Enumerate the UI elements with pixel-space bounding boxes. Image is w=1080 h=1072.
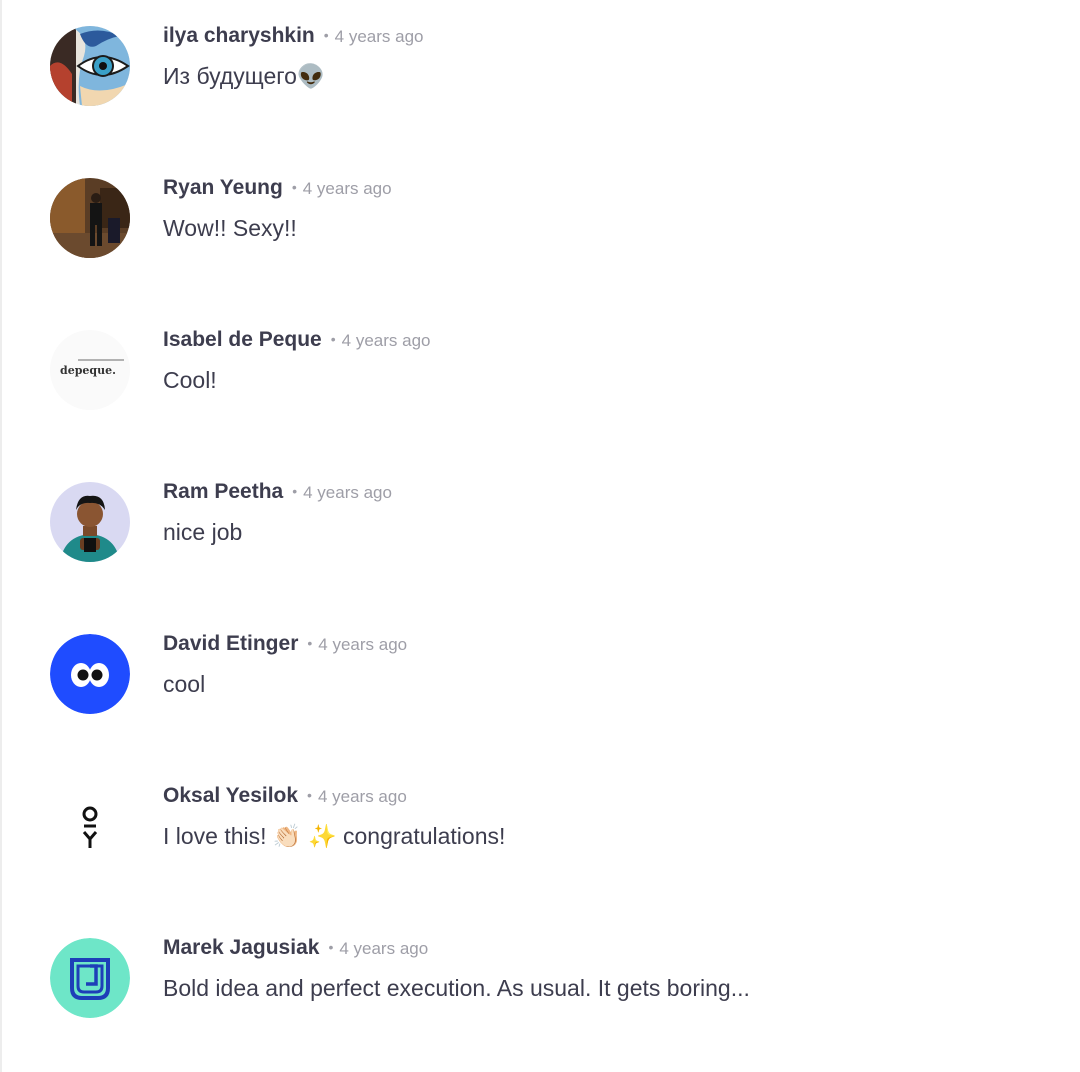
comment-text: nice job	[163, 519, 243, 545]
author-name[interactable]: ilya charyshkin	[163, 24, 315, 47]
comment-text: Из будущего👽	[163, 63, 326, 89]
depeque-logo-avatar[interactable]: depeque.	[50, 330, 130, 410]
comment-meta: Oksal Yesilok • 4 years ago	[163, 784, 407, 808]
author-name[interactable]: Isabel de Peque	[163, 328, 322, 351]
comment-meta: David Etinger • 4 years ago	[163, 632, 407, 656]
comment-meta: Ryan Yeung • 4 years ago	[163, 176, 392, 200]
separator-dot: •	[307, 635, 313, 651]
timestamp[interactable]: 4 years ago	[318, 635, 407, 654]
author-name[interactable]: Ryan Yeung	[163, 176, 283, 199]
googly-eyes-avatar[interactable]	[50, 634, 130, 714]
comment-item: ilya charyshkin • 4 years ago Из будущего👽	[0, 0, 1080, 152]
timestamp[interactable]: 4 years ago	[342, 331, 431, 350]
oy-logo-avatar[interactable]	[50, 786, 130, 866]
comment-item: Marek Jagusiak • 4 years ago Bold idea and…	[0, 912, 1080, 1064]
timestamp[interactable]: 4 years ago	[339, 939, 428, 958]
separator-dot: •	[307, 787, 312, 803]
comment-item: David Etinger • 4 years ago cool	[0, 608, 1080, 760]
author-name[interactable]: Marek Jagusiak	[163, 936, 319, 959]
separator-dot: •	[291, 179, 297, 195]
separator-dot: •	[330, 331, 336, 347]
comment-text: Wow!! Sexy!!	[163, 215, 297, 241]
author-name[interactable]: Ram Peetha	[163, 480, 283, 503]
comment-item: depeque. Isabel de Peque • 4 years ago Coo…	[0, 304, 1080, 456]
comment-meta: Ram Peetha • 4 years ago	[163, 480, 392, 504]
timestamp[interactable]: 4 years ago	[303, 483, 392, 502]
comment-meta: ilya charyshkin • 4 years ago	[163, 24, 424, 48]
depeque-logo-text: depeque.	[60, 364, 116, 377]
separator-dot: •	[292, 483, 298, 499]
separator-dot: •	[328, 939, 334, 955]
comment-meta: Isabel de Peque • 4 years ago	[163, 328, 430, 352]
comment-text: Cool!	[163, 367, 217, 393]
separator-dot: •	[323, 27, 329, 43]
comment-item: Ram Peetha • 4 years ago nice job	[0, 456, 1080, 608]
author-name[interactable]: David Etinger	[163, 632, 298, 655]
timestamp[interactable]: 4 years ago	[335, 27, 424, 46]
comment-text: Bold idea and perfect execution. As usua…	[163, 975, 750, 1001]
timestamp[interactable]: 4 years ago	[303, 179, 392, 198]
timestamp[interactable]: 4 years ago	[318, 787, 407, 806]
comment-item: Oksal Yesilok • 4 years ago I love this! 👏…	[0, 760, 1080, 912]
comment-meta: Marek Jagusiak • 4 years ago	[163, 936, 428, 960]
author-name[interactable]: Oksal Yesilok	[163, 784, 298, 807]
ryan-photo-avatar[interactable]	[50, 178, 130, 258]
comment-text: I love this! 👏🏻 ✨ congratulations!	[163, 823, 506, 849]
comment-text: cool	[163, 671, 206, 697]
j-monogram-avatar[interactable]	[50, 938, 130, 1018]
ilya-eye-art-avatar[interactable]	[50, 26, 130, 106]
comment-item: Ryan Yeung • 4 years ago Wow!! Sexy!!	[0, 152, 1080, 304]
ram-photo-avatar[interactable]	[50, 482, 130, 562]
